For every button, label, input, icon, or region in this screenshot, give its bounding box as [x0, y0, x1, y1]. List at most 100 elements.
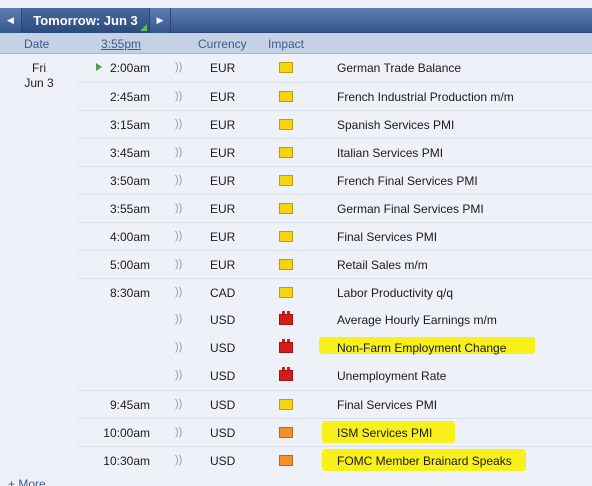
event-row[interactable]: )) USD Average Hourly Earnings m/m [78, 306, 592, 334]
header-currency: Currency [198, 37, 247, 51]
chevron-right-icon: ▶ [156, 15, 164, 25]
event-time: 5:00am [109, 258, 150, 272]
event-currency: EUR [210, 146, 236, 160]
event-currency: CAD [210, 286, 236, 300]
event-time: 3:50am [109, 174, 150, 188]
next-day-button[interactable]: ▶ [149, 8, 171, 33]
event-title[interactable]: FOMC Member Brainard Speaks [337, 454, 512, 468]
impact-high-icon [279, 367, 293, 381]
sound-icon[interactable]: )) [175, 174, 182, 186]
event-title[interactable]: French Industrial Production m/m [337, 90, 514, 104]
impact-low-icon [279, 231, 293, 242]
event-currency: EUR [210, 230, 236, 244]
sound-icon[interactable]: )) [175, 398, 182, 410]
event-row[interactable]: )) USD Non-Farm Employment Change [78, 334, 592, 362]
day-date: Jun 3 [24, 76, 54, 90]
event-currency: USD [210, 454, 236, 468]
event-time: 2:45am [109, 90, 150, 104]
event-title[interactable]: Final Services PMI [337, 398, 437, 412]
event-currency: USD [210, 398, 236, 412]
event-title[interactable]: German Trade Balance [337, 61, 461, 75]
event-title[interactable]: Non-Farm Employment Change [337, 341, 506, 355]
event-row[interactable]: 2:00am)) EUR German Trade Balance [78, 54, 592, 82]
event-currency: EUR [210, 118, 236, 132]
sound-icon[interactable]: )) [175, 258, 182, 270]
impact-low-icon [279, 175, 293, 186]
event-currency: USD [210, 369, 236, 383]
header-time-link[interactable]: 3:55pm [101, 37, 141, 51]
event-title[interactable]: French Final Services PMI [337, 174, 478, 188]
event-row[interactable]: 3:50am)) EUR French Final Services PMI [78, 166, 592, 194]
event-title[interactable]: Retail Sales m/m [337, 258, 428, 272]
event-row[interactable]: 9:45am)) USD Final Services PMI [78, 390, 592, 418]
event-title[interactable]: Italian Services PMI [337, 146, 443, 160]
header-date: Date [24, 37, 50, 51]
impact-low-icon [279, 62, 293, 73]
event-currency: EUR [210, 61, 236, 75]
sound-icon[interactable]: )) [175, 61, 182, 73]
sound-icon[interactable]: )) [175, 286, 182, 298]
event-title[interactable]: ISM Services PMI [337, 426, 432, 440]
event-row[interactable]: 3:55am)) EUR German Final Services PMI [78, 194, 592, 222]
event-row[interactable]: 10:30am)) USD FOMC Member Brainard Speaks [78, 446, 592, 474]
sound-icon[interactable]: )) [175, 230, 182, 242]
prev-day-button[interactable]: ◀ [0, 8, 22, 33]
event-row[interactable]: 3:45am)) EUR Italian Services PMI [78, 138, 592, 166]
event-time: 10:00am [103, 426, 150, 440]
event-currency: USD [210, 313, 236, 327]
event-title[interactable]: Unemployment Rate [337, 369, 446, 383]
more-link[interactable]: + More [8, 477, 46, 486]
event-row[interactable]: )) USD Unemployment Rate [78, 362, 592, 390]
sound-icon[interactable]: )) [175, 369, 182, 381]
sound-icon[interactable]: )) [175, 426, 182, 438]
impact-low-icon [279, 119, 293, 130]
corner-marker-icon [140, 24, 147, 31]
impact-low-icon [279, 147, 293, 158]
impact-low-icon [279, 399, 293, 410]
event-time: 8:30am [109, 286, 150, 300]
event-row[interactable]: 10:00am)) USD ISM Services PMI [78, 418, 592, 446]
event-title[interactable]: German Final Services PMI [337, 202, 484, 216]
event-time: 3:15am [109, 118, 150, 132]
day-weekday: Fri [32, 61, 46, 75]
current-day-tab[interactable]: Tomorrow: Jun 3 [22, 8, 149, 33]
event-time: 9:45am [109, 398, 150, 412]
event-currency: EUR [210, 258, 236, 272]
event-title[interactable]: Spanish Services PMI [337, 118, 454, 132]
impact-low-icon [279, 287, 293, 298]
header-impact: Impact [268, 37, 305, 51]
event-row[interactable]: 3:15am)) EUR Spanish Services PMI [78, 110, 592, 138]
event-row[interactable]: 5:00am)) EUR Retail Sales m/m [78, 250, 592, 278]
calendar-toolbar: ◀ Tomorrow: Jun 3 ▶ [0, 0, 592, 33]
impact-high-icon [279, 339, 293, 353]
impact-low-icon [279, 203, 293, 214]
event-time: 2:00am [109, 61, 150, 75]
sound-icon[interactable]: )) [175, 90, 182, 102]
impact-high-icon [279, 311, 293, 325]
chevron-left-icon: ◀ [7, 15, 14, 25]
event-title[interactable]: Labor Productivity q/q [337, 286, 453, 300]
impact-low-icon [279, 91, 293, 102]
event-time: 3:45am [109, 146, 150, 160]
plus-icon: + [8, 477, 16, 486]
sound-icon[interactable]: )) [175, 341, 182, 353]
event-currency: EUR [210, 174, 236, 188]
event-time: 4:00am [109, 230, 150, 244]
sound-icon[interactable]: )) [175, 454, 182, 466]
sound-icon[interactable]: )) [175, 146, 182, 158]
event-currency: USD [210, 426, 236, 440]
event-title[interactable]: Average Hourly Earnings m/m [337, 313, 497, 327]
event-currency: EUR [210, 202, 236, 216]
event-currency: USD [210, 341, 236, 355]
event-row[interactable]: 2:45am)) EUR French Industrial Production … [78, 82, 592, 110]
event-row[interactable]: 8:30am)) CAD Labor Productivity q/q [78, 278, 592, 306]
day-tab-label: Tomorrow: Jun 3 [33, 13, 138, 28]
sound-icon[interactable]: )) [175, 313, 182, 325]
sound-icon[interactable]: )) [175, 118, 182, 130]
impact-med-icon [279, 455, 293, 466]
event-title[interactable]: Final Services PMI [337, 230, 437, 244]
table-header: Date 3:55pm Currency Impact [0, 33, 592, 54]
event-row[interactable]: 4:00am)) EUR Final Services PMI [78, 222, 592, 250]
sound-icon[interactable]: )) [175, 202, 182, 214]
impact-med-icon [279, 427, 293, 438]
